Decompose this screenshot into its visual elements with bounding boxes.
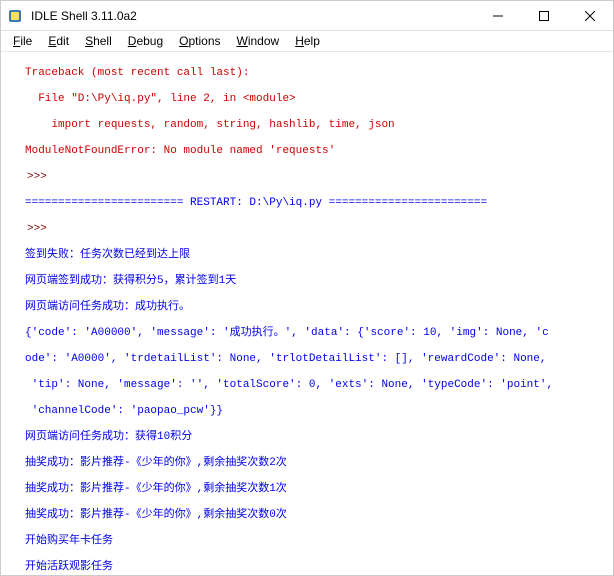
output-line: 'tip': None, 'message': '', 'totalScore'… (25, 379, 613, 392)
close-button[interactable] (567, 1, 613, 31)
titlebar: IDLE Shell 3.11.0a2 (1, 1, 613, 31)
output-line: 开始购买年卡任务 (25, 535, 613, 548)
maximize-button[interactable] (521, 1, 567, 31)
menu-window[interactable]: Window (229, 32, 288, 50)
window-title: IDLE Shell 3.11.0a2 (29, 9, 475, 23)
app-icon (7, 8, 23, 24)
output-line: 开始活跃观影任务 (25, 561, 613, 574)
prompt: >>> (25, 171, 47, 184)
output-line: 抽奖成功：影片推荐-《少年的你》,剩余抽奖次数2次 (25, 457, 613, 470)
traceback-line: import requests, random, string, hashlib… (25, 119, 613, 132)
output-line: 签到失败：任务次数已经到达上限 (25, 249, 613, 262)
traceback-line: ModuleNotFoundError: No module named 're… (25, 145, 613, 158)
output-line: 网页端访问任务成功：获得10积分 (25, 431, 613, 444)
output-line: {'code': 'A00000', 'message': '成功执行。', '… (25, 327, 613, 340)
output-line: 抽奖成功：影片推荐-《少年的你》,剩余抽奖次数0次 (25, 509, 613, 522)
output-line: 抽奖成功：影片推荐-《少年的你》,剩余抽奖次数1次 (25, 483, 613, 496)
traceback-line: Traceback (most recent call last): (25, 67, 613, 80)
prompt: >>> (25, 223, 47, 236)
window-controls (475, 1, 613, 31)
minimize-button[interactable] (475, 1, 521, 31)
traceback-line: File "D:\Py\iq.py", line 2, in <module> (25, 93, 613, 106)
output-line: ode': 'A0000', 'trdetailList': None, 'tr… (25, 353, 613, 366)
menubar: File Edit Shell Debug Options Window Hel… (1, 31, 613, 51)
shell-content[interactable]: Traceback (most recent call last): File … (1, 51, 613, 575)
shell-text[interactable]: Traceback (most recent call last): File … (1, 52, 613, 575)
output-line: 网页端访问任务成功：成功执行。 (25, 301, 613, 314)
menu-shell[interactable]: Shell (77, 32, 120, 50)
menu-file[interactable]: File (5, 32, 40, 50)
menu-debug[interactable]: Debug (120, 32, 171, 50)
menu-help[interactable]: Help (287, 32, 328, 50)
menu-options[interactable]: Options (171, 32, 228, 50)
menu-edit[interactable]: Edit (40, 32, 77, 50)
output-line: 'channelCode': 'paopao_pcw'}} (25, 405, 613, 418)
output-line: 网页端签到成功：获得积分5，累计签到1天 (25, 275, 613, 288)
restart-separator: ======================== RESTART: D:\Py\… (25, 197, 613, 210)
